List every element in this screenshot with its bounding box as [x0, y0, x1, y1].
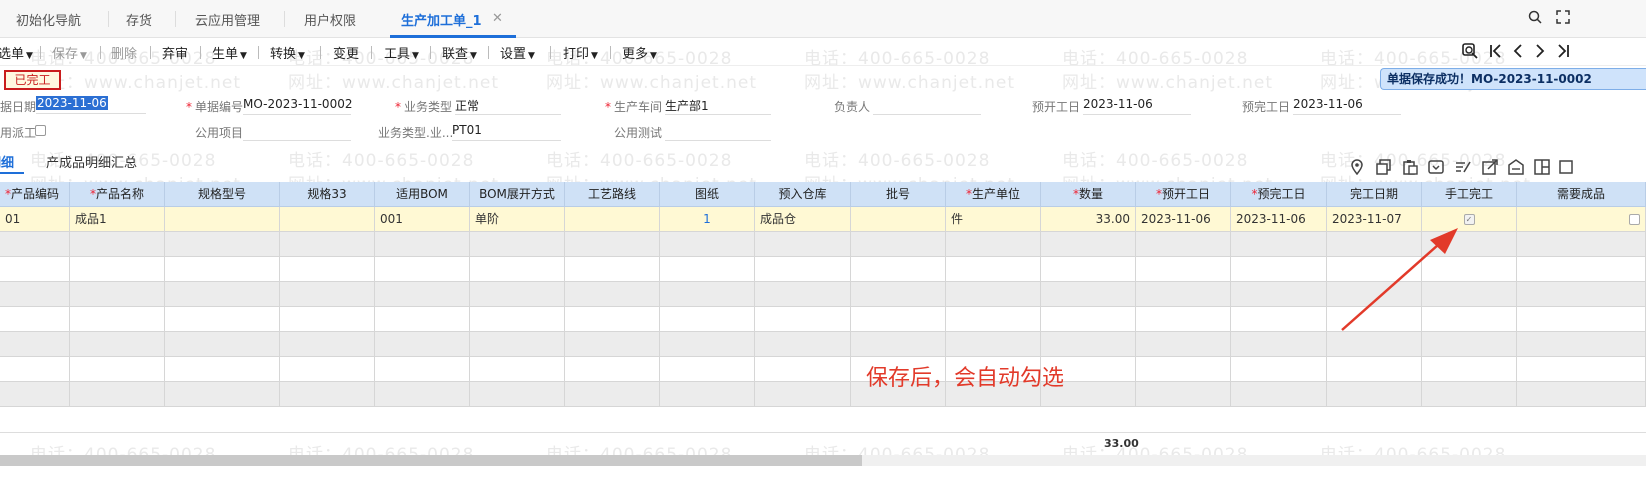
- annotation-text: 保存后，会自动勾选: [866, 366, 1065, 391]
- annotation-arrow: [1341, 228, 1458, 331]
